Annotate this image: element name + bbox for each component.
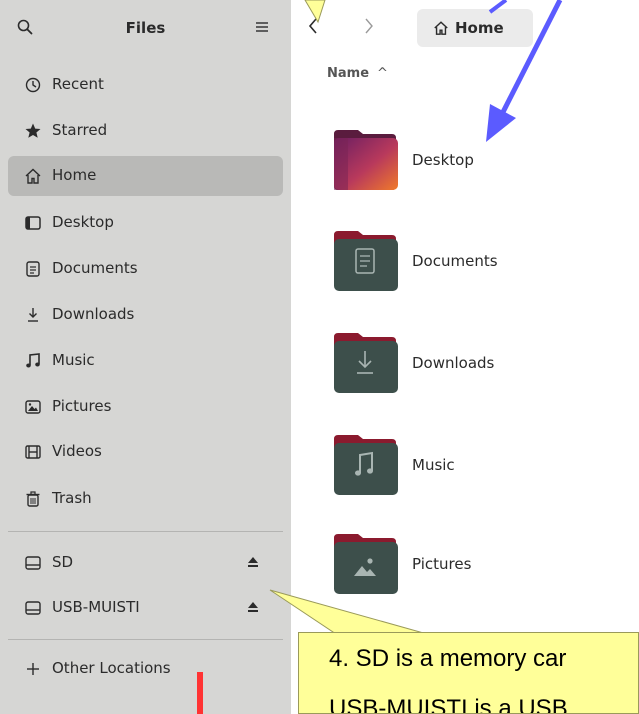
file-item-music[interactable]: Music <box>327 433 627 503</box>
file-item-name: Downloads <box>412 354 495 372</box>
home-icon <box>25 168 41 184</box>
desktop-folder-icon <box>334 130 398 190</box>
sidebar-item-documents[interactable]: Documents <box>8 249 283 289</box>
file-item-desktop[interactable]: Desktop <box>327 128 627 198</box>
sort-by-name-header[interactable]: Name ^ <box>327 66 388 81</box>
sidebar-divider <box>8 639 283 640</box>
sidebar-item-pictures[interactable]: Pictures <box>8 387 283 427</box>
film-icon <box>25 445 41 459</box>
callout-text-line2: USB-MUISTI is a USB <box>329 695 568 714</box>
file-browser-main: Home Name ^ Desktop Documents Downloads … <box>291 0 639 714</box>
sidebar-item-label: SD <box>52 553 74 571</box>
document-icon <box>26 261 40 277</box>
music-note-icon <box>26 353 40 368</box>
annotation-red-marker <box>197 672 203 714</box>
download-icon <box>28 308 38 322</box>
downloads-folder-icon <box>334 333 398 393</box>
file-item-name: Desktop <box>412 151 474 169</box>
sort-ascending-icon: ^ <box>377 66 388 81</box>
sidebar-item-music[interactable]: Music <box>8 341 283 381</box>
file-item-downloads[interactable]: Downloads <box>327 331 627 401</box>
sidebar-item-recent[interactable]: Recent <box>8 65 283 105</box>
sort-column-label: Name <box>327 66 370 81</box>
sidebar-item-label: Music <box>52 351 95 369</box>
sidebar-item-desktop[interactable]: Desktop <box>8 203 283 243</box>
sidebar: Files Recent Starred Home Desktop Docume… <box>0 0 291 714</box>
chevron-right-icon[interactable] <box>359 16 379 36</box>
sidebar-item-label: Recent <box>52 75 104 93</box>
sidebar-item-label: Desktop <box>52 213 114 231</box>
star-icon <box>25 123 41 138</box>
file-item-name: Documents <box>412 252 498 270</box>
callout-text-line1: 4. SD is a memory car <box>329 645 567 672</box>
chevron-left-icon[interactable] <box>303 16 323 36</box>
picture-icon <box>25 400 41 414</box>
sidebar-item-label: USB-MUISTI <box>52 598 140 616</box>
sidebar-item-label: Documents <box>52 259 138 277</box>
sidebar-item-label: Home <box>52 166 97 184</box>
app-title: Files <box>125 19 166 37</box>
sidebar-item-videos[interactable]: Videos <box>8 432 283 472</box>
path-bar-home-button[interactable]: Home <box>417 9 533 47</box>
pictures-folder-icon <box>334 534 398 594</box>
sidebar-item-label: Other Locations <box>52 659 171 677</box>
plus-icon <box>27 663 39 675</box>
sidebar-item-usb-muisti[interactable]: USB-MUISTI <box>8 588 283 628</box>
file-item-documents[interactable]: Documents <box>327 229 627 299</box>
path-bar-label: Home <box>455 19 504 37</box>
documents-folder-icon <box>334 231 398 291</box>
clock-icon <box>25 77 41 93</box>
hamburger-menu-icon[interactable] <box>253 18 271 36</box>
eject-icon[interactable] <box>246 599 260 615</box>
sidebar-item-label: Downloads <box>52 305 135 323</box>
sidebar-item-starred[interactable]: Starred <box>8 111 283 151</box>
sidebar-item-label: Pictures <box>52 397 112 415</box>
file-item-name: Music <box>412 456 455 474</box>
sidebar-item-trash[interactable]: Trash <box>8 479 283 519</box>
sidebar-item-label: Starred <box>52 121 108 139</box>
music-folder-icon <box>334 435 398 495</box>
file-item-pictures[interactable]: Pictures <box>327 532 627 602</box>
home-icon <box>434 21 448 35</box>
sidebar-item-downloads[interactable]: Downloads <box>8 295 283 335</box>
sidebar-divider <box>8 531 283 532</box>
sidebar-header: Files <box>0 0 291 58</box>
sidebar-item-other-locations[interactable]: Other Locations <box>8 649 283 689</box>
desktop-icon <box>25 216 41 230</box>
file-item-name: Pictures <box>412 555 472 573</box>
drive-icon <box>25 601 41 615</box>
sidebar-item-sd[interactable]: SD <box>8 543 283 583</box>
sidebar-item-label: Trash <box>52 489 92 507</box>
sidebar-item-label: Videos <box>52 442 102 460</box>
sidebar-item-home[interactable]: Home <box>8 156 283 196</box>
trash-icon <box>26 491 40 507</box>
annotation-callout: 4. SD is a memory car USB-MUISTI is a US… <box>298 632 639 714</box>
eject-icon[interactable] <box>246 554 260 570</box>
drive-icon <box>25 556 41 570</box>
